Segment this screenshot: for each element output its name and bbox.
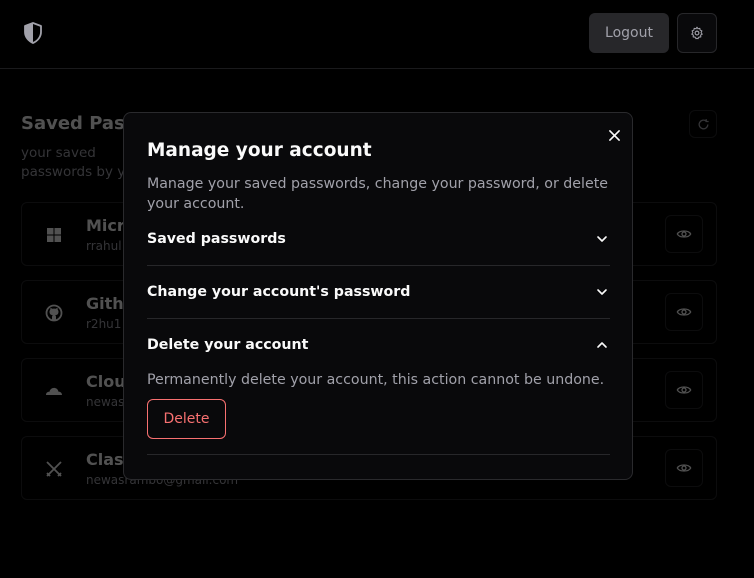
eye-icon <box>676 230 692 238</box>
password-username: newas <box>86 395 125 409</box>
shield-icon[interactable] <box>22 21 44 45</box>
cloud-icon <box>46 387 62 395</box>
gear-icon <box>691 26 703 40</box>
reveal-password-button[interactable] <box>665 215 703 253</box>
eye-icon <box>676 308 692 316</box>
chevron-down-icon <box>597 289 607 295</box>
password-username: r2hu1 <box>86 317 122 331</box>
accordion-saved-passwords[interactable]: Saved passwords <box>147 213 610 266</box>
reveal-password-button[interactable] <box>665 371 703 409</box>
accordion-change-password[interactable]: Change your account's password <box>147 266 610 319</box>
dialog-description: Manage your saved passwords, change your… <box>147 176 608 212</box>
logout-button[interactable]: Logout <box>589 13 669 53</box>
divider <box>147 454 610 455</box>
crossed-swords-icon <box>46 461 62 477</box>
manage-account-dialog: Manage your account Manage your saved pa… <box>123 112 633 480</box>
eye-icon <box>676 464 692 472</box>
accordion-delete-account[interactable]: Delete your account <box>147 319 610 372</box>
password-username: rrahul <box>86 239 122 253</box>
accordion-label: Change your account's password <box>147 284 411 300</box>
close-button[interactable] <box>605 126 623 144</box>
reveal-password-button[interactable] <box>665 293 703 331</box>
chevron-up-icon <box>597 342 607 348</box>
refresh-button[interactable] <box>689 110 717 138</box>
dialog-title: Manage your account <box>147 140 372 161</box>
delete-account-button[interactable]: Delete <box>147 399 226 439</box>
app-header: Logout <box>0 0 754 69</box>
settings-button[interactable] <box>677 13 717 53</box>
github-icon <box>45 304 63 322</box>
accordion-label: Delete your account <box>147 337 309 353</box>
windows-icon <box>47 228 61 242</box>
delete-account-warning: Permanently delete your account, this ac… <box>147 372 605 388</box>
accordion-label: Saved passwords <box>147 231 286 247</box>
eye-icon <box>676 386 692 394</box>
reveal-password-button[interactable] <box>665 449 703 487</box>
refresh-icon <box>698 118 709 129</box>
chevron-down-icon <box>597 236 607 242</box>
close-icon <box>608 129 620 141</box>
